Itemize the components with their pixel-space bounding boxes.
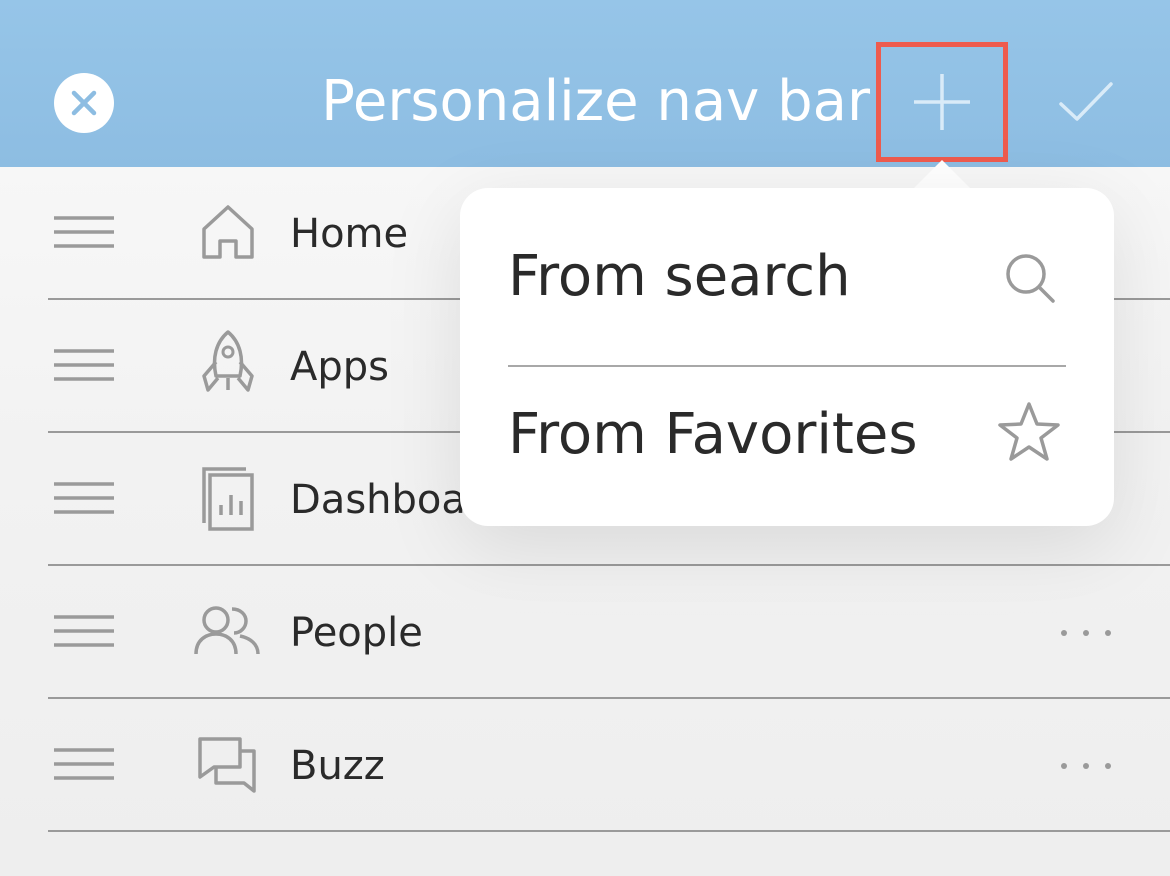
- popover-divider: [508, 365, 1066, 367]
- nav-item-label: Home: [290, 211, 409, 257]
- drag-handle[interactable]: [54, 214, 114, 254]
- drag-handle[interactable]: [54, 613, 114, 653]
- star-icon: [996, 400, 1062, 466]
- nav-item-label: People: [290, 610, 423, 656]
- drag-handle-icon: [54, 482, 114, 514]
- drag-handle[interactable]: [54, 480, 114, 520]
- chat-icon: [192, 731, 262, 801]
- search-icon: [998, 246, 1064, 312]
- nav-item-label: Buzz: [290, 743, 385, 789]
- close-button[interactable]: [54, 73, 114, 133]
- home-icon: [192, 199, 262, 269]
- plus-icon: [914, 74, 970, 130]
- nav-item-label: Apps: [290, 344, 389, 390]
- drag-handle-icon: [54, 349, 114, 381]
- done-button[interactable]: [1056, 74, 1116, 130]
- from-search-label: From search: [508, 244, 851, 309]
- popover-arrow: [912, 158, 972, 190]
- nav-header: Personalize nav bar: [0, 0, 1170, 167]
- drag-handle[interactable]: [54, 347, 114, 387]
- drag-handle[interactable]: [54, 746, 114, 786]
- more-options-button[interactable]: [1058, 626, 1114, 640]
- dashboard-icon: [192, 465, 262, 535]
- add-menu-popover: From search From Favorites: [460, 188, 1114, 526]
- page-title: Personalize nav bar: [321, 69, 870, 134]
- add-button[interactable]: [876, 42, 1008, 162]
- people-icon: [192, 598, 262, 668]
- rocket-icon: [192, 328, 262, 398]
- row-divider: [48, 830, 1170, 832]
- from-search-option[interactable]: From search: [460, 208, 1114, 368]
- more-icon: [1061, 763, 1111, 769]
- drag-handle-icon: [54, 748, 114, 780]
- check-icon: [1059, 82, 1113, 121]
- more-icon: [1061, 630, 1111, 636]
- more-options-button[interactable]: [1058, 759, 1114, 773]
- drag-handle-icon: [54, 615, 114, 647]
- from-favorites-option[interactable]: From Favorites: [460, 368, 1114, 528]
- drag-handle-icon: [54, 216, 114, 248]
- from-favorites-label: From Favorites: [508, 402, 918, 467]
- nav-item-buzz[interactable]: Buzz: [0, 699, 1170, 832]
- close-icon: [71, 90, 97, 116]
- nav-item-people[interactable]: People: [0, 566, 1170, 699]
